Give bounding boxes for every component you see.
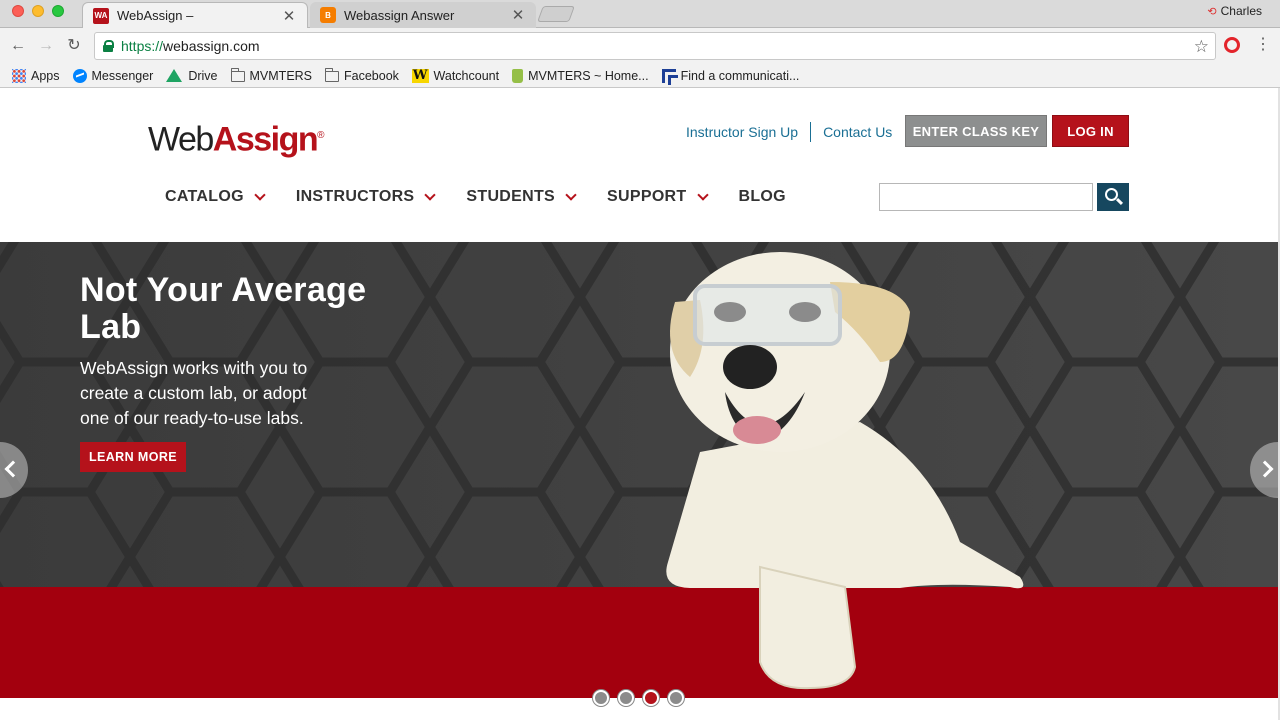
close-tab-icon[interactable]: ✕ bbox=[281, 7, 297, 25]
chevron-down-icon bbox=[696, 189, 709, 201]
utility-links: Instructor Sign Up Contact Us bbox=[686, 121, 892, 143]
chevron-down-icon bbox=[424, 189, 437, 201]
webassign-page: WebAssign® Instructor Sign Up Contact Us… bbox=[0, 88, 1280, 720]
hero-carousel: Not Your Average Lab WebAssign works wit… bbox=[0, 242, 1280, 698]
bookmark-label: Watchcount bbox=[433, 68, 500, 83]
bookmark-label: MVMTERS bbox=[249, 68, 313, 83]
bookmark-watchcount[interactable]: W Watchcount bbox=[411, 67, 500, 83]
nav-catalog[interactable]: CATALOG bbox=[165, 188, 266, 206]
close-tab-icon[interactable]: ✕ bbox=[510, 6, 526, 24]
opera-extension-icon[interactable] bbox=[1224, 37, 1240, 53]
chevron-left-icon bbox=[4, 460, 22, 478]
carousel-indicators bbox=[593, 690, 684, 706]
bookmark-apps[interactable]: Apps bbox=[12, 68, 60, 83]
learn-more-button[interactable]: LEARN MORE bbox=[80, 442, 186, 472]
chevron-down-icon bbox=[254, 189, 266, 201]
browser-menu-icon[interactable]: ⋮ bbox=[1255, 35, 1271, 55]
url-host: webassign.com bbox=[163, 38, 260, 54]
w-icon: W bbox=[411, 67, 429, 83]
bookmark-folder-mvmters[interactable]: MVMTERS bbox=[230, 68, 313, 83]
reload-icon[interactable]: ↻ bbox=[64, 36, 84, 56]
nav-label: STUDENTS bbox=[466, 188, 556, 205]
tab-title: WebAssign – bbox=[117, 8, 194, 23]
hero-description: WebAssign works with you to create a cus… bbox=[80, 358, 308, 428]
close-window-icon[interactable] bbox=[12, 5, 24, 17]
link-divider bbox=[810, 122, 812, 142]
profile-name: Charles bbox=[1220, 4, 1262, 18]
bookmark-find-communication[interactable]: Find a communicati... bbox=[661, 68, 800, 85]
bookmark-label: Drive bbox=[188, 68, 218, 83]
nav-label: SUPPORT bbox=[607, 188, 687, 205]
bookmarks-bar: Apps Messenger Drive MVMTERS Facebook WW… bbox=[0, 64, 1280, 88]
carousel-dot-4[interactable] bbox=[668, 690, 684, 706]
tab-title: Webassign Answer bbox=[344, 7, 455, 23]
messenger-icon bbox=[72, 68, 87, 83]
logo-registered-mark: ® bbox=[317, 130, 325, 141]
carousel-dot-2[interactable] bbox=[618, 690, 634, 706]
hero-title: Not Your Average Lab bbox=[80, 271, 367, 346]
bookmark-label: Apps bbox=[31, 68, 60, 83]
enter-class-key-button[interactable]: ENTER CLASS KEY bbox=[905, 115, 1047, 147]
log-in-button[interactable]: LOG IN bbox=[1052, 115, 1129, 147]
chevron-down-icon bbox=[565, 189, 577, 201]
maximize-window-icon[interactable] bbox=[52, 5, 64, 17]
search-icon-handle bbox=[1115, 197, 1124, 206]
drive-icon bbox=[166, 69, 183, 82]
site-search-input[interactable] bbox=[879, 183, 1093, 211]
bookmark-drive[interactable]: Drive bbox=[166, 68, 218, 83]
site-search-button[interactable] bbox=[1097, 183, 1129, 211]
instructor-signup-link[interactable]: Instructor Sign Up bbox=[686, 124, 798, 140]
folder-icon bbox=[230, 68, 245, 82]
webassign-logo[interactable]: WebAssign® bbox=[148, 116, 325, 159]
back-icon[interactable]: ← bbox=[8, 36, 28, 56]
new-tab-button[interactable] bbox=[537, 6, 575, 22]
nav-students[interactable]: STUDENTS bbox=[466, 188, 577, 206]
bookmark-star-icon[interactable]: ☆ bbox=[1194, 37, 1209, 57]
bookmark-label: MVMTERS ~ Home... bbox=[528, 68, 649, 83]
nav-label: INSTRUCTORS bbox=[295, 188, 415, 205]
forward-icon[interactable]: → bbox=[36, 36, 56, 56]
browser-toolbar: ← → ↻ https:// webassign.com ☆ bbox=[0, 28, 1280, 64]
browser-tab-webassign-answer[interactable]: B Webassign Answer ✕ bbox=[310, 2, 536, 28]
folder-icon bbox=[325, 68, 340, 82]
bookmark-label: Find a communicati... bbox=[680, 68, 800, 83]
sync-error-icon: ⟲ bbox=[1207, 5, 1217, 18]
main-nav: CATALOG INSTRUCTORS STUDENTS SUPPORT BLO… bbox=[165, 185, 818, 209]
logo-assign-text: Assign bbox=[212, 120, 319, 159]
browser-tab-webassign[interactable]: WA WebAssign – ✕ bbox=[82, 2, 308, 28]
bookmark-folder-facebook[interactable]: Facebook bbox=[325, 68, 399, 83]
profile-button[interactable]: ⟲ Charles bbox=[1207, 4, 1262, 18]
minimize-window-icon[interactable] bbox=[32, 5, 44, 17]
nav-support[interactable]: SUPPORT bbox=[607, 188, 709, 206]
blogger-icon: B bbox=[320, 7, 336, 23]
contact-us-link[interactable]: Contact Us bbox=[823, 124, 892, 140]
carousel-dot-3[interactable] bbox=[643, 690, 659, 706]
apps-grid-icon bbox=[12, 68, 26, 83]
bookmark-messenger[interactable]: Messenger bbox=[72, 68, 154, 83]
logo-web-text: Web bbox=[148, 120, 214, 159]
url-scheme: https:// bbox=[121, 38, 164, 54]
bookmark-label: Facebook bbox=[344, 68, 399, 83]
comm-icon bbox=[661, 68, 678, 85]
address-bar[interactable]: https:// webassign.com ☆ bbox=[94, 32, 1216, 60]
nav-instructors[interactable]: INSTRUCTORS bbox=[295, 188, 437, 206]
shopify-icon bbox=[512, 68, 524, 83]
nav-label: CATALOG bbox=[165, 188, 244, 205]
carousel-dot-1[interactable] bbox=[593, 690, 609, 706]
bookmark-mvmters-home[interactable]: MVMTERS ~ Home... bbox=[512, 68, 649, 83]
chevron-right-icon bbox=[1256, 460, 1274, 478]
browser-tab-bar: WA WebAssign – ✕ B Webassign Answer ✕ ⟲ … bbox=[0, 0, 1280, 28]
bookmark-label: Messenger bbox=[91, 68, 154, 83]
nav-label: BLOG bbox=[738, 188, 786, 205]
lock-icon bbox=[103, 40, 114, 52]
webassign-favicon-icon: WA bbox=[93, 7, 109, 24]
nav-blog[interactable]: BLOG bbox=[739, 188, 786, 206]
